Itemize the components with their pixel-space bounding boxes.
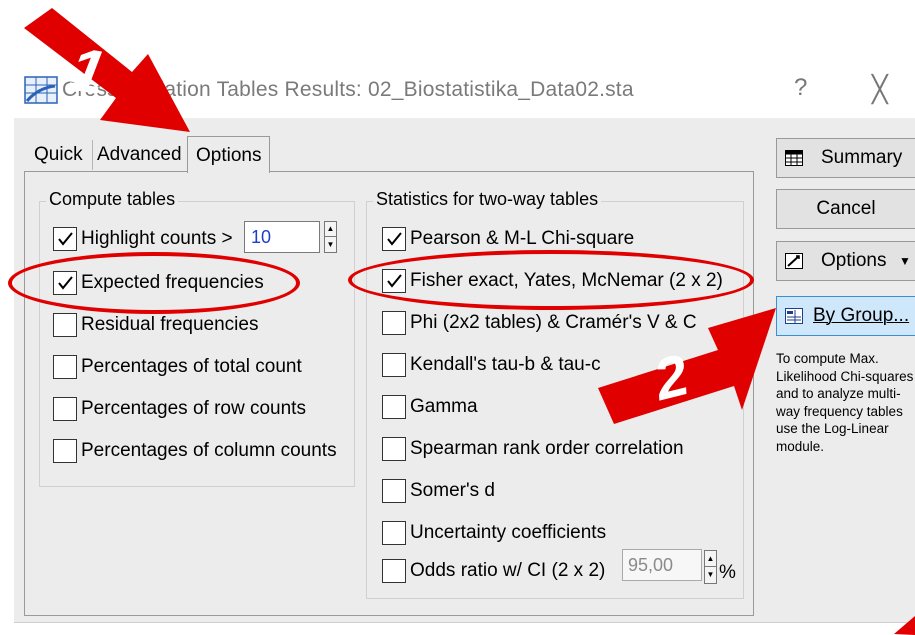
pearson-chi-square-label: Pearson & M-L Chi-square — [410, 228, 635, 249]
odds-ratio-ci-input[interactable]: 95,00 — [622, 549, 702, 581]
tab-options[interactable]: Options — [187, 136, 271, 173]
pearson-chi-square-checkbox[interactable] — [382, 227, 406, 251]
percent-row-label: Percentages of row counts — [81, 398, 306, 419]
highlight-counts-label: Highlight counts > — [81, 228, 233, 249]
spearman-checkbox[interactable] — [382, 437, 406, 461]
checkmark-icon — [58, 232, 73, 246]
uncertainty-coefficients-checkbox[interactable] — [382, 521, 406, 545]
cancel-button[interactable]: Cancel — [776, 189, 915, 229]
spin-down-icon[interactable]: ▼ — [325, 237, 336, 252]
help-button[interactable]: ? — [794, 74, 807, 102]
gamma-label: Gamma — [410, 396, 478, 417]
dropdown-caret-icon: ▼ — [899, 254, 911, 268]
percent-total-checkbox[interactable] — [53, 355, 77, 379]
odds-ratio-checkbox[interactable] — [382, 559, 406, 583]
odds-ratio-label: Odds ratio w/ CI (2 x 2) — [410, 560, 606, 581]
annotation-corner-mark — [894, 616, 915, 635]
percent-row-checkbox[interactable] — [53, 397, 77, 421]
dialog-bottom-border — [14, 622, 915, 623]
highlight-counts-input[interactable]: 10 — [244, 221, 320, 253]
summary-button[interactable]: Summary — [776, 138, 915, 178]
uncertainty-coefficients-label: Uncertainty coefficients — [410, 522, 607, 543]
by-group-button[interactable]: By Group... — [776, 296, 915, 336]
residual-frequencies-label: Residual frequencies — [81, 314, 259, 335]
options-button-label: Options — [821, 250, 887, 271]
odds-ratio-unit: % — [719, 562, 736, 583]
options-button[interactable]: Options ▼ — [776, 241, 915, 281]
spin-up-icon[interactable]: ▲ — [705, 551, 716, 567]
highlight-counts-checkbox[interactable] — [53, 227, 77, 251]
percent-column-checkbox[interactable] — [53, 439, 77, 463]
log-linear-note: To compute Max. Likelihood Chi-squares a… — [776, 351, 914, 454]
annotation-arrow-1 — [24, 8, 190, 132]
residual-frequencies-checkbox[interactable] — [53, 313, 77, 337]
gamma-checkbox[interactable] — [382, 395, 406, 419]
phi-cramer-checkbox[interactable] — [382, 311, 406, 335]
percent-total-label: Percentages of total count — [81, 356, 302, 377]
compute-tables-title: Compute tables — [46, 189, 179, 210]
spin-up-icon[interactable]: ▲ — [325, 222, 336, 237]
percent-column-label: Percentages of column counts — [81, 440, 337, 461]
table-icon — [785, 150, 803, 166]
highlight-counts-spinner[interactable]: ▲ ▼ — [324, 221, 337, 253]
two-way-statistics-title: Statistics for two-way tables — [373, 189, 602, 210]
cancel-button-label: Cancel — [816, 198, 876, 219]
options-wand-icon — [785, 253, 803, 269]
highlight-oval-expected — [8, 252, 300, 314]
odds-ratio-spinner[interactable]: ▲ ▼ — [704, 550, 717, 584]
somers-d-label: Somer's d — [410, 480, 495, 501]
close-button[interactable]: ╳ — [872, 74, 888, 105]
somers-d-checkbox[interactable] — [382, 479, 406, 503]
kendall-tau-label: Kendall's tau-b & tau-c — [410, 354, 601, 375]
kendall-tau-checkbox[interactable] — [382, 353, 406, 377]
spin-down-icon[interactable]: ▼ — [705, 567, 716, 583]
summary-button-label: Summary — [821, 147, 903, 168]
annotation-arrow-2 — [598, 308, 776, 424]
by-group-button-label: By Group... — [813, 305, 910, 326]
checkmark-icon — [387, 232, 402, 246]
